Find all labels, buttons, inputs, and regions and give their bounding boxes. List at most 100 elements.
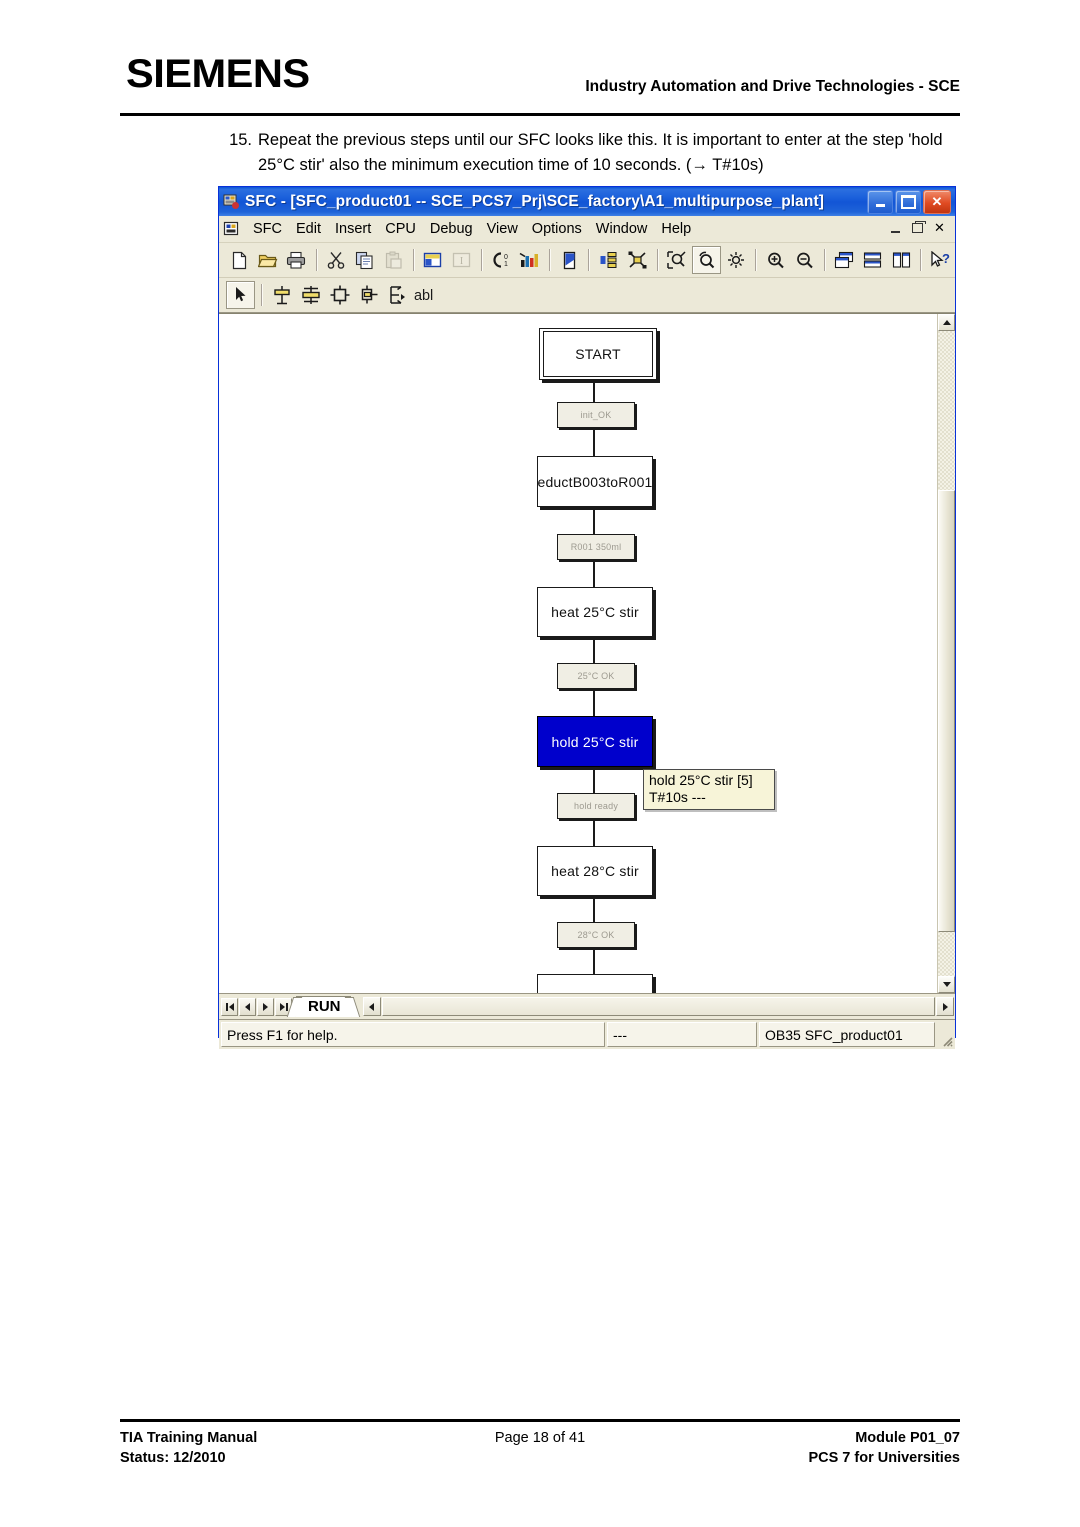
menu-item-window[interactable]: Window	[589, 219, 655, 239]
hscroll-left-button[interactable]	[362, 997, 381, 1016]
toolbar-separator	[412, 249, 414, 271]
zoom-fit-icon[interactable]	[664, 247, 691, 273]
sfc-node-label: hold 25°C stir	[551, 733, 639, 750]
svg-text:I: I	[460, 256, 463, 267]
menu-item-debug[interactable]: Debug	[423, 219, 480, 239]
document-icon	[223, 221, 240, 237]
vertical-scrollbar[interactable]	[937, 314, 955, 993]
mdi-child-controls: ✕	[886, 219, 949, 237]
sfc-transition[interactable]: hold ready	[557, 793, 635, 819]
sfc-transition[interactable]: 28°C OK	[557, 922, 635, 948]
menu-item-view[interactable]: View	[480, 219, 525, 239]
sfc-transition-label: R001 350ml	[570, 542, 622, 552]
mdi-restore-button[interactable]	[908, 219, 927, 237]
menu-item-edit[interactable]: Edit	[289, 219, 328, 239]
status-middle-text: ---	[607, 1022, 757, 1047]
tab-previous-button[interactable]	[239, 997, 256, 1016]
sfc-step-r001toprodb001[interactable]: R001to prodB001	[537, 974, 653, 993]
menu-item-sfc[interactable]: SFC	[246, 219, 289, 239]
menu-item-help[interactable]: Help	[654, 219, 698, 239]
select-pointer-icon[interactable]	[226, 281, 255, 309]
document-page: SIEMENS Industry Automation and Drive Te…	[0, 0, 1080, 1527]
test-mode-icon[interactable]	[556, 247, 583, 273]
toolbar-separator	[588, 249, 590, 271]
hscroll-track[interactable]	[381, 997, 935, 1016]
cascade-windows-icon[interactable]	[831, 247, 858, 273]
text-properties-icon: I	[448, 247, 475, 273]
close-button[interactable]: ✕	[923, 189, 951, 214]
tab-first-button[interactable]	[221, 997, 238, 1016]
svg-text:1: 1	[504, 261, 508, 268]
copy-icon[interactable]	[351, 247, 378, 273]
zoom-out-icon[interactable]	[791, 247, 818, 273]
sfc-transition-label: hold ready	[573, 801, 619, 811]
sfc-transition[interactable]: init_OK	[557, 402, 635, 428]
compile-icon[interactable]: 01	[488, 247, 515, 273]
menu-item-cpu[interactable]: CPU	[378, 219, 423, 239]
insert-step-transition-icon[interactable]	[297, 282, 324, 308]
open-folder-icon[interactable]	[255, 247, 282, 273]
download-chart-icon[interactable]	[516, 247, 543, 273]
toolbar-separator	[920, 249, 922, 271]
instruction-text: Repeat the previous steps until our SFC …	[258, 131, 943, 174]
mdi-minimize-button[interactable]	[886, 219, 905, 237]
properties-icon[interactable]	[420, 247, 447, 273]
sfc-step-heat25[interactable]: heat 25°C stir	[537, 587, 653, 637]
menu-item-options[interactable]: Options	[525, 219, 589, 239]
sfc-transition-label: 28°C OK	[577, 930, 615, 940]
help-pointer-icon[interactable]: ?	[927, 247, 954, 273]
footer-status: Status: 12/2010	[120, 1450, 226, 1466]
tab-run[interactable]: RUN	[296, 996, 351, 1017]
window-controls: ✕	[867, 189, 951, 214]
sfc-start-step[interactable]: START	[539, 328, 657, 380]
sequence-tree-icon[interactable]	[595, 247, 622, 273]
zoom-in-icon[interactable]	[762, 247, 789, 273]
connector-line	[593, 946, 595, 974]
mdi-close-button[interactable]: ✕	[930, 219, 949, 237]
sfc-node-label: R001to prodB001	[539, 992, 652, 994]
scrollbar-thumb[interactable]	[938, 490, 955, 932]
print-icon[interactable]	[283, 247, 310, 273]
tile-vertical-icon[interactable]	[888, 247, 915, 273]
maximize-button[interactable]	[895, 189, 921, 214]
sfc-transition[interactable]: 25°C OK	[557, 663, 635, 689]
hscroll-right-button[interactable]	[936, 997, 954, 1016]
insert-toolbar: abl	[219, 278, 955, 313]
footer-spacer	[397, 1448, 683, 1468]
sfc-transition-label: 25°C OK	[577, 671, 615, 681]
insert-jump-icon[interactable]	[384, 282, 411, 308]
zoom-area-icon[interactable]	[692, 246, 721, 274]
sfc-step-hold25-selected[interactable]: hold 25°C stir	[537, 716, 653, 767]
new-document-icon[interactable]	[226, 247, 253, 273]
minimize-button[interactable]	[867, 189, 893, 214]
sfc-step-eductB003toR001[interactable]: eductB003toR001	[537, 456, 653, 507]
insert-alternative-branch-icon[interactable]	[355, 282, 382, 308]
sfc-node-label: START	[543, 331, 653, 377]
scroll-up-button[interactable]	[938, 314, 955, 331]
insert-step-icon[interactable]	[268, 282, 295, 308]
svg-text:0: 0	[504, 254, 508, 261]
topology-icon[interactable]	[624, 247, 651, 273]
horizontal-scrollbar[interactable]	[362, 997, 954, 1016]
resize-grip[interactable]	[937, 1022, 953, 1047]
chart-tab-bar: RUN	[219, 993, 955, 1019]
insert-simultaneous-branch-icon[interactable]	[326, 282, 353, 308]
sfc-node-label: heat 28°C stir	[551, 863, 639, 879]
footer-course: PCS 7 for Universities	[808, 1450, 960, 1466]
main-toolbar: I 01 ?	[219, 243, 955, 278]
toolbar-separator	[755, 249, 757, 271]
header-divider	[120, 113, 960, 116]
menu-item-insert[interactable]: Insert	[328, 219, 378, 239]
scroll-down-button[interactable]	[938, 976, 955, 993]
sfc-transition[interactable]: R001 350ml	[557, 534, 635, 560]
sfc-node-label: heat 25°C stir	[551, 604, 639, 620]
tile-horizontal-icon[interactable]	[859, 247, 886, 273]
cut-scissors-icon[interactable]	[323, 247, 350, 273]
footer-page: Page 18 of 41	[494, 1430, 586, 1446]
sfc-step-heat28[interactable]: heat 28°C stir	[537, 846, 653, 896]
tab-next-button[interactable]	[257, 997, 274, 1016]
insert-text-icon[interactable]: abl	[413, 282, 440, 308]
sfc-canvas[interactable]: START init_OK eductB003toR001 R001 350ml	[219, 314, 938, 993]
sfc-diagram: START init_OK eductB003toR001 R001 350ml	[219, 314, 938, 993]
zoom-reset-icon[interactable]	[723, 247, 750, 273]
